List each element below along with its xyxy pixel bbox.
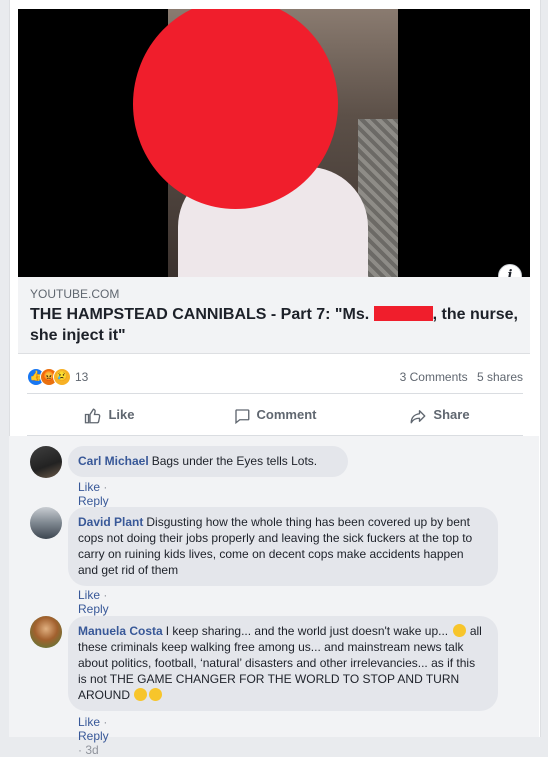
comment-like-link[interactable]: Like — [78, 715, 100, 729]
link-title-part1: THE HAMPSTEAD CANNIBALS - Part 7: "Ms. — [30, 306, 374, 323]
comment-icon — [234, 408, 249, 424]
thinking-emoji-icon — [452, 624, 466, 637]
avatar[interactable] — [30, 446, 62, 478]
comment-like-link[interactable]: Like — [78, 588, 100, 602]
comment-reply-link[interactable]: Reply — [78, 494, 109, 508]
comment-bubble: David Plant Disgusting how the whole thin… — [68, 507, 498, 586]
comment-author[interactable]: Manuela Costa — [78, 624, 163, 638]
comment-like-link[interactable]: Like — [78, 480, 100, 494]
comment-share-counts: 3 Comments 5 shares — [394, 370, 523, 384]
avatar[interactable] — [30, 507, 62, 539]
comment-bubble: Carl Michael Bags under the Eyes tells Lo… — [68, 446, 348, 477]
redaction-bar — [373, 306, 433, 321]
share-label: Share — [433, 407, 470, 422]
thinking-emoji-icon — [134, 688, 148, 701]
comment-bubble: Manuela Costa I keep sharing... and the w… — [68, 616, 498, 711]
comment-button[interactable]: Comment — [192, 396, 357, 434]
link-title[interactable]: THE HAMPSTEAD CANNIBALS - Part 7: "Ms. ,… — [30, 304, 520, 346]
action-bar: Like Comment Share — [27, 396, 523, 434]
confused-emoji-icon — [149, 688, 163, 701]
comment-label: Comment — [256, 407, 317, 422]
comment-reply-link[interactable]: Reply — [78, 602, 109, 616]
comment-author[interactable]: David Plant — [78, 515, 143, 529]
comment-author[interactable]: Carl Michael — [78, 454, 149, 468]
comment-meta: Like · Reply · 3d — [78, 715, 109, 757]
share-button[interactable]: Share — [357, 396, 522, 434]
reaction-count[interactable]: 13 — [75, 370, 88, 384]
shares-count[interactable]: 5 shares — [477, 370, 523, 384]
like-label: Like — [108, 407, 135, 422]
comment-text-a: I keep sharing... and the world just doe… — [165, 624, 449, 638]
share-icon — [410, 409, 426, 423]
link-preview[interactable]: YOUTUBE.COM THE HAMPSTEAD CANNIBALS - Pa… — [18, 277, 530, 354]
video-thumbnail[interactable] — [18, 9, 530, 277]
like-button[interactable]: Like — [27, 396, 192, 434]
comments-count[interactable]: 3 Comments — [400, 370, 468, 384]
reaction-stats: 👍 😡 😢 13 3 Comments 5 shares — [27, 367, 523, 387]
comment-reply-link[interactable]: Reply — [78, 729, 109, 743]
avatar[interactable] — [30, 616, 62, 648]
thumbs-up-icon — [85, 408, 101, 423]
sad-reaction-icon: 😢 — [53, 368, 71, 386]
comment-text: Bags under the Eyes tells Lots. — [151, 454, 318, 468]
link-domain: YOUTUBE.COM — [30, 287, 120, 301]
divider — [27, 393, 523, 394]
comment-time[interactable]: 3d — [85, 743, 98, 757]
